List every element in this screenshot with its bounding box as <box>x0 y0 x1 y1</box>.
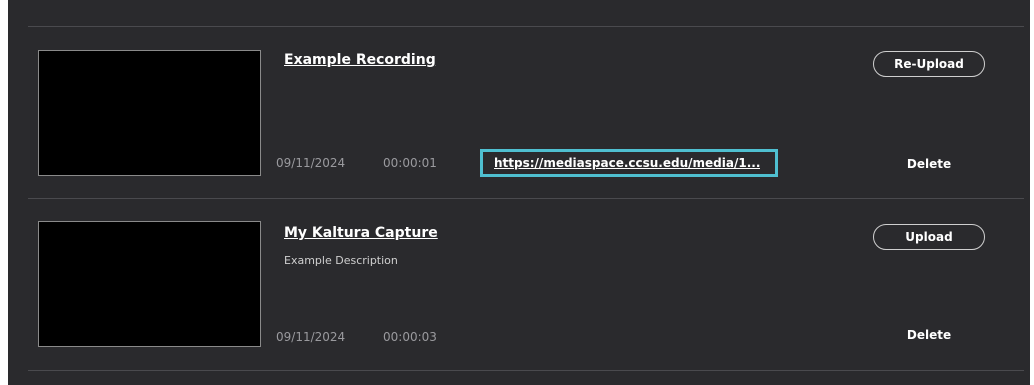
recording-title-link[interactable]: Example Recording <box>284 52 436 68</box>
recording-description: Example Description <box>284 254 398 267</box>
delete-button[interactable]: Delete <box>888 328 970 342</box>
media-link[interactable]: https://mediaspace.ccsu.edu/media/1... <box>494 156 760 170</box>
recording-title-link[interactable]: My Kaltura Capture <box>284 225 438 241</box>
recording-duration: 00:00:01 <box>383 156 437 170</box>
divider-bottom <box>28 370 1024 371</box>
recording-thumbnail[interactable] <box>38 221 261 347</box>
media-link-highlight[interactable]: https://mediaspace.ccsu.edu/media/1... <box>480 149 778 177</box>
recording-date: 09/11/2024 <box>276 330 346 344</box>
recording-duration: 00:00:03 <box>383 330 437 344</box>
upload-button[interactable]: Upload <box>873 224 985 250</box>
divider-middle <box>28 198 1024 199</box>
recording-date: 09/11/2024 <box>276 156 346 170</box>
re-upload-button[interactable]: Re-Upload <box>873 51 985 77</box>
divider-top <box>28 26 1024 27</box>
delete-button[interactable]: Delete <box>888 157 970 171</box>
recordings-panel: Example Recording 09/11/2024 00:00:01 ht… <box>8 0 1030 385</box>
recording-thumbnail[interactable] <box>38 50 261 176</box>
